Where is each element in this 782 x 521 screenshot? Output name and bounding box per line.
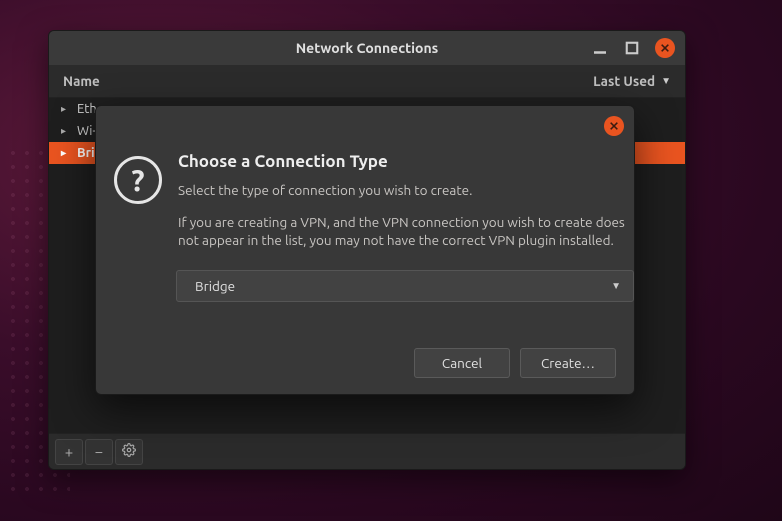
column-name[interactable]: Name <box>63 73 100 89</box>
maximize-button[interactable] <box>623 39 641 57</box>
connection-type-dialog: ? Choose a Connection Type Select the ty… <box>95 105 635 395</box>
minus-icon: − <box>95 443 103 460</box>
expand-icon: ▸ <box>61 147 73 159</box>
expand-icon: ▸ <box>61 103 73 115</box>
window-title: Network Connections <box>59 40 675 56</box>
minimize-button[interactable] <box>591 39 609 57</box>
dialog-content: Choose a Connection Type Select the type… <box>178 152 634 320</box>
combo-value: Bridge <box>195 278 235 294</box>
window-controls <box>591 38 675 58</box>
sort-indicator-icon: ▼ <box>661 75 671 87</box>
gear-icon <box>122 443 136 460</box>
dialog-note: If you are creating a VPN, and the VPN c… <box>178 213 634 249</box>
dialog-title: Choose a Connection Type <box>178 152 634 171</box>
column-last-used[interactable]: Last Used ▼ <box>593 73 671 89</box>
dialog-subtitle: Select the type of connection you wish t… <box>178 181 634 199</box>
plus-icon: + <box>65 443 73 460</box>
question-icon: ? <box>114 156 162 204</box>
connection-type-combo[interactable]: Bridge ▼ <box>176 270 634 302</box>
close-button[interactable] <box>655 38 675 58</box>
dialog-actions: Cancel Create… <box>414 348 616 378</box>
dialog-close-button[interactable] <box>604 116 624 136</box>
chevron-down-icon: ▼ <box>611 280 621 292</box>
bottom-toolbar: + − <box>49 433 685 469</box>
create-button[interactable]: Create… <box>520 348 616 378</box>
add-connection-button[interactable]: + <box>55 439 83 465</box>
cancel-button[interactable]: Cancel <box>414 348 510 378</box>
titlebar: Network Connections <box>49 31 685 65</box>
list-header: Name Last Used ▼ <box>49 65 685 98</box>
remove-connection-button[interactable]: − <box>85 439 113 465</box>
expand-icon: ▸ <box>61 125 73 137</box>
edit-connection-button[interactable] <box>115 439 143 465</box>
